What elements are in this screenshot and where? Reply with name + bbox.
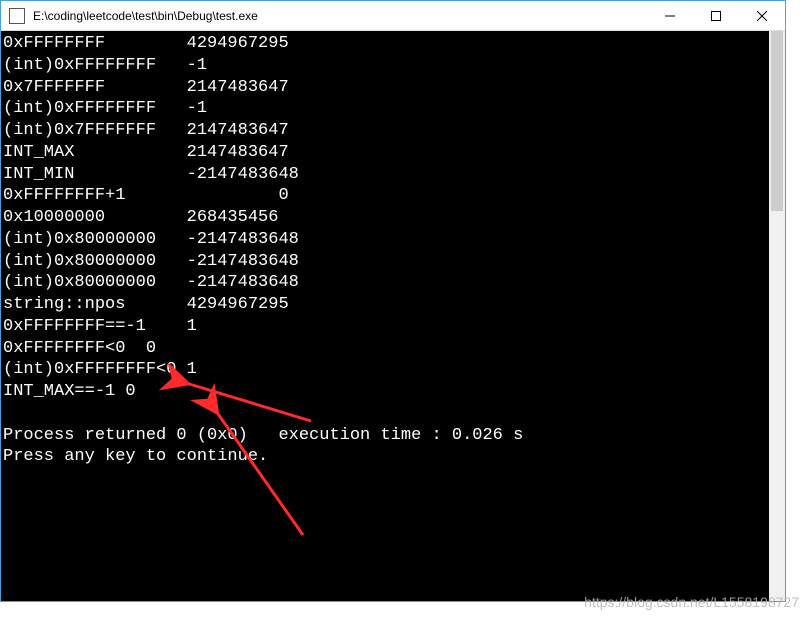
console-output[interactable]: 0xFFFFFFFF 4294967295(int)0xFFFFFFFF -10… — [1, 31, 769, 601]
window-controls — [647, 1, 785, 30]
console-line: Press any key to continue. — [3, 446, 769, 468]
minimize-button[interactable] — [647, 1, 693, 30]
scrollbar-vertical[interactable] — [769, 31, 785, 601]
console-line: INT_MAX==-1 0 — [3, 381, 769, 403]
close-button[interactable] — [739, 1, 785, 30]
console-line: 0xFFFFFFFF==-1 1 — [3, 316, 769, 338]
console-line — [3, 403, 769, 425]
close-icon — [757, 11, 767, 21]
console-line: (int)0x80000000 -2147483648 — [3, 251, 769, 273]
console-line: (int)0x80000000 -2147483648 — [3, 272, 769, 294]
maximize-icon — [711, 11, 721, 21]
maximize-button[interactable] — [693, 1, 739, 30]
console-line: (int)0xFFFFFFFF -1 — [3, 55, 769, 77]
window-title: E:\coding\leetcode\test\bin\Debug\test.e… — [31, 9, 647, 23]
minimize-icon — [665, 11, 675, 21]
console-line: string::npos 4294967295 — [3, 294, 769, 316]
console-line: 0x7FFFFFFF 2147483647 — [3, 77, 769, 99]
console-line: 0xFFFFFFFF<0 0 — [3, 338, 769, 360]
console-line: (int)0x7FFFFFFF 2147483647 — [3, 120, 769, 142]
console-line: 0x10000000 268435456 — [3, 207, 769, 229]
console-line: Process returned 0 (0x0) execution time … — [3, 425, 769, 447]
console-line: (int)0xFFFFFFFF -1 — [3, 98, 769, 120]
console-area: 0xFFFFFFFF 4294967295(int)0xFFFFFFFF -10… — [1, 31, 785, 601]
console-line: INT_MAX 2147483647 — [3, 142, 769, 164]
console-line: 0xFFFFFFFF 4294967295 — [3, 33, 769, 55]
console-line: 0xFFFFFFFF+1 0 — [3, 185, 769, 207]
app-icon — [9, 8, 25, 24]
scrollbar-thumb[interactable] — [771, 31, 783, 211]
console-line: (int)0x80000000 -2147483648 — [3, 229, 769, 251]
watermark-text: https://blog.csdn.net/L1558198727 — [584, 594, 799, 610]
console-window: E:\coding\leetcode\test\bin\Debug\test.e… — [0, 0, 786, 602]
console-line: (int)0xFFFFFFFF<0 1 — [3, 359, 769, 381]
console-line: INT_MIN -2147483648 — [3, 164, 769, 186]
titlebar[interactable]: E:\coding\leetcode\test\bin\Debug\test.e… — [1, 1, 785, 31]
